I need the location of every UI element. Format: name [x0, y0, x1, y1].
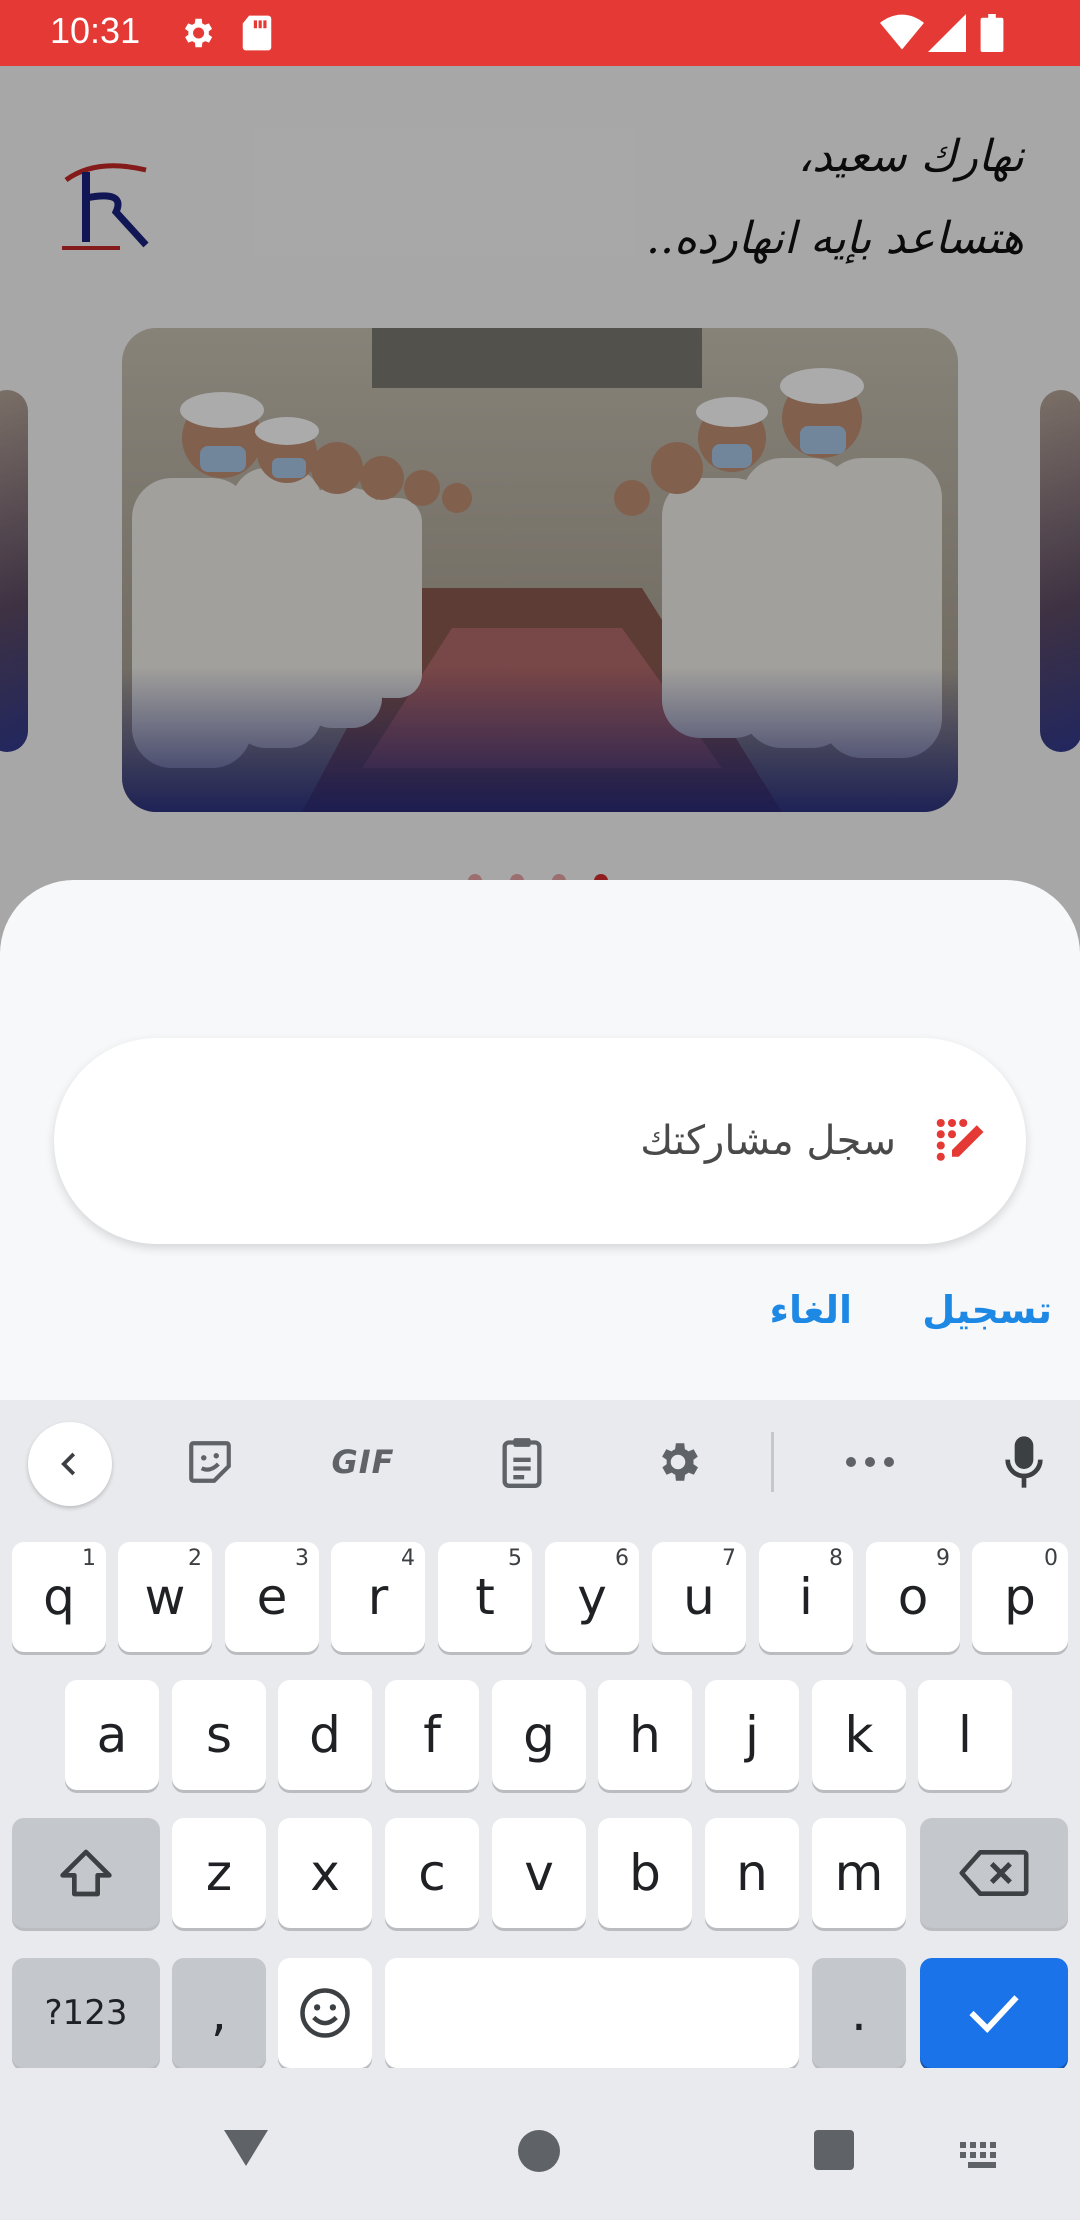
- key-m[interactable]: m: [812, 1818, 906, 1928]
- enter-key[interactable]: [920, 1958, 1068, 2068]
- emoji-key[interactable]: [278, 1958, 372, 2068]
- symbols-key[interactable]: ?123: [12, 1958, 160, 2068]
- key-a[interactable]: a: [65, 1680, 159, 1790]
- key-l[interactable]: l: [918, 1680, 1012, 1790]
- key-r[interactable]: r4: [331, 1542, 425, 1652]
- key-z[interactable]: z: [172, 1818, 266, 1928]
- key-e[interactable]: e3: [225, 1542, 319, 1652]
- key-v[interactable]: v: [492, 1818, 586, 1928]
- clipboard-icon[interactable]: [490, 1430, 554, 1494]
- home-icon[interactable]: [518, 2130, 560, 2176]
- gear-icon[interactable]: [646, 1430, 710, 1494]
- gif-label: GIF: [331, 1443, 395, 1481]
- more-icon[interactable]: [838, 1430, 902, 1494]
- key-u[interactable]: u7: [652, 1542, 746, 1652]
- key-w[interactable]: w2: [118, 1542, 212, 1652]
- participation-input[interactable]: [154, 1038, 896, 1244]
- cancel-button[interactable]: الغاء: [770, 1288, 852, 1332]
- edit-icon: [934, 1114, 988, 1168]
- key-label: i: [799, 1568, 813, 1626]
- shift-icon: [60, 1849, 112, 1897]
- key-label: r: [367, 1568, 389, 1626]
- recents-icon[interactable]: [814, 2130, 854, 2174]
- emoji-icon: [300, 1988, 350, 2038]
- key-hint: 3: [295, 1546, 309, 1571]
- keyboard-toolbar: GIF: [0, 1400, 1080, 1526]
- keyboard-switch-icon[interactable]: [960, 2142, 1004, 2174]
- key-hint: 4: [401, 1546, 415, 1571]
- key-hint: 5: [508, 1546, 522, 1571]
- status-bar: 10:31: [0, 0, 1080, 66]
- signal-icon: [928, 14, 966, 56]
- check-icon: [969, 1995, 1019, 2033]
- battery-icon: [980, 14, 1004, 56]
- key-k[interactable]: k: [812, 1680, 906, 1790]
- period-key[interactable]: .: [812, 1958, 906, 2068]
- key-hint: 2: [188, 1546, 202, 1571]
- key-o[interactable]: o9: [866, 1542, 960, 1652]
- key-q[interactable]: q1: [12, 1542, 106, 1652]
- key-label: t: [475, 1568, 495, 1626]
- key-p[interactable]: p0: [972, 1542, 1068, 1652]
- key-n[interactable]: n: [705, 1818, 799, 1928]
- key-x[interactable]: x: [278, 1818, 372, 1928]
- key-label: u: [683, 1568, 715, 1626]
- key-hint: 6: [615, 1546, 629, 1571]
- key-j[interactable]: j: [705, 1680, 799, 1790]
- key-f[interactable]: f: [385, 1680, 479, 1790]
- key-b[interactable]: b: [598, 1818, 692, 1928]
- backspace-key[interactable]: [920, 1818, 1068, 1928]
- key-s[interactable]: s: [172, 1680, 266, 1790]
- backspace-icon: [959, 1850, 1029, 1896]
- key-hint: 8: [829, 1546, 843, 1571]
- wifi-icon: [880, 14, 924, 56]
- key-hint: 0: [1044, 1546, 1058, 1571]
- settings-icon: [178, 14, 216, 56]
- sd-card-icon: [240, 14, 274, 56]
- key-h[interactable]: h: [598, 1680, 692, 1790]
- gif-button[interactable]: GIF: [318, 1430, 408, 1494]
- key-d[interactable]: d: [278, 1680, 372, 1790]
- chevron-left-icon[interactable]: [28, 1422, 112, 1506]
- soft-keyboard: GIF q1 w2 e3 r4 t5 y6 u7 i8 o9 p0 a s d …: [0, 1400, 1080, 2068]
- key-g[interactable]: g: [492, 1680, 586, 1790]
- key-hint: 9: [936, 1546, 950, 1571]
- key-i[interactable]: i8: [759, 1542, 853, 1652]
- status-time: 10:31: [50, 10, 141, 51]
- mic-icon[interactable]: [992, 1430, 1056, 1494]
- key-hint: 1: [82, 1546, 96, 1571]
- shift-key[interactable]: [12, 1818, 160, 1928]
- key-c[interactable]: c: [385, 1818, 479, 1928]
- key-label: q: [43, 1568, 75, 1626]
- key-label: p: [1004, 1568, 1036, 1626]
- key-label: y: [577, 1568, 607, 1626]
- space-key[interactable]: [385, 1958, 799, 2068]
- key-label: o: [897, 1568, 929, 1626]
- participation-input-card: [54, 1038, 1026, 1244]
- back-icon[interactable]: [222, 2128, 270, 2172]
- key-label: w: [144, 1568, 186, 1626]
- key-label: e: [256, 1568, 288, 1626]
- sticker-icon[interactable]: [178, 1430, 242, 1494]
- dialog-actions: تسجيل الغاء: [0, 1288, 1080, 1348]
- register-button[interactable]: تسجيل: [922, 1288, 1052, 1332]
- key-hint: 7: [722, 1546, 736, 1571]
- navigation-bar: [0, 2068, 1080, 2220]
- key-y[interactable]: y6: [545, 1542, 639, 1652]
- key-t[interactable]: t5: [438, 1542, 532, 1652]
- comma-key[interactable]: ,: [172, 1958, 266, 2068]
- toolbar-divider: [771, 1432, 774, 1492]
